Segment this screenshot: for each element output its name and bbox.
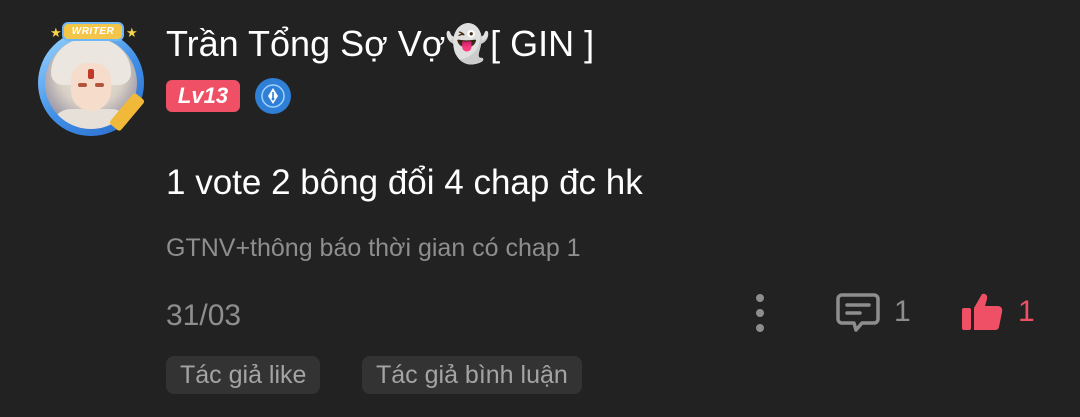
avatar[interactable]: WRITER ★ ★ (34, 20, 152, 138)
chapter-link[interactable]: GTNV+thông báo thời gian có chap 1 (166, 232, 581, 264)
thumbs-up-icon (962, 293, 1003, 330)
writer-banner: WRITER (64, 24, 122, 39)
comment-text: 1 vote 2 bông đổi 4 chap đc hk (166, 163, 643, 202)
more-options-button[interactable] (748, 292, 772, 334)
reply-button[interactable]: 1 (836, 290, 911, 334)
author-like-tag: Tác giả like (166, 356, 321, 394)
star-icon: ★ (50, 25, 62, 40)
comment-bubble-icon (836, 293, 880, 332)
like-button[interactable]: 1 (960, 288, 1035, 336)
level-badge: Lv13 (166, 80, 240, 112)
username[interactable]: Trần Tổng Sợ Vợ👻[ GIN ] (166, 22, 594, 66)
star-icon: ★ (126, 25, 138, 40)
author-comment-tag: Tác giả bình luận (362, 356, 582, 394)
more-vertical-icon (756, 294, 764, 302)
reply-count: 1 (894, 295, 911, 328)
comment-item: WRITER ★ ★ Trần Tổng Sợ Vợ👻[ GIN ] Lv13 … (0, 0, 1080, 417)
fountain-pen-icon (255, 78, 291, 114)
like-count: 1 (1018, 295, 1035, 328)
comment-date: 31/03 (166, 299, 242, 332)
